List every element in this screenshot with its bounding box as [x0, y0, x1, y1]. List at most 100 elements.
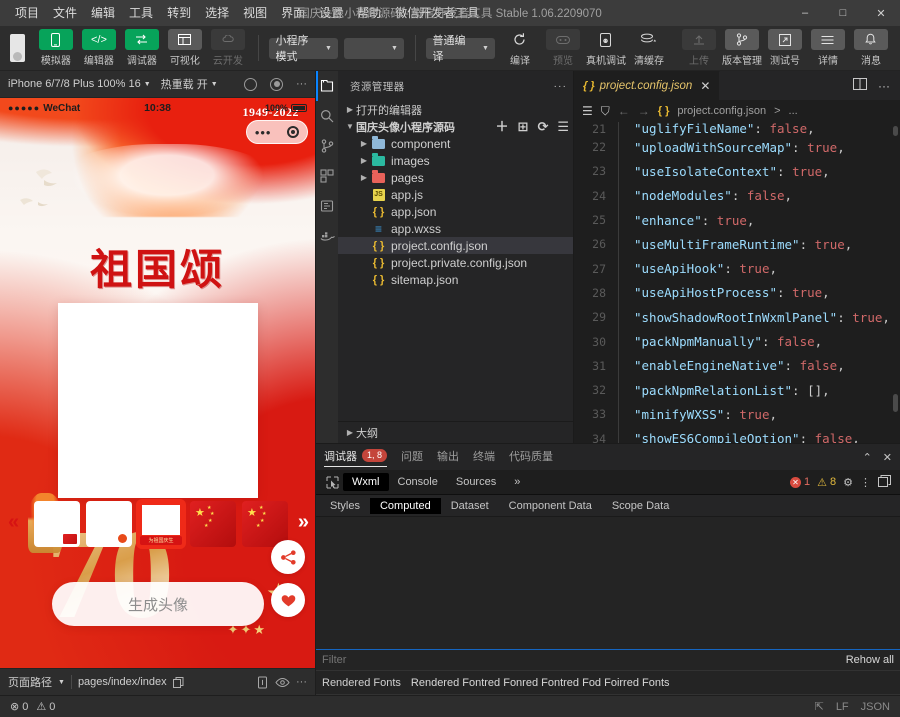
- sidebar-item-docker[interactable]: [316, 221, 338, 251]
- panel-tab-output[interactable]: 输出: [437, 448, 459, 467]
- outline-section[interactable]: ▶ 大纲: [338, 421, 573, 443]
- subtab-computed[interactable]: Computed: [370, 498, 441, 514]
- frame-blank-2[interactable]: [86, 501, 132, 547]
- close-icon[interactable]: ✕: [883, 451, 892, 464]
- tree-item-app-js[interactable]: JS app.js: [338, 186, 573, 203]
- editor-tab-project-config-json[interactable]: { } project.config.json ✕: [574, 71, 720, 100]
- breadcrumb-file[interactable]: project.config.json: [677, 105, 766, 117]
- sidebar-item-explorer[interactable]: [316, 71, 338, 101]
- toolbar-details-button[interactable]: 详情: [809, 29, 847, 67]
- menu-item-edit[interactable]: 编辑: [84, 3, 122, 23]
- editor-scrollbar-thumb[interactable]: [893, 394, 898, 412]
- collapse-all-icon[interactable]: ☰: [557, 120, 569, 133]
- more-vertical-icon[interactable]: ⋮: [860, 476, 871, 489]
- editor-scrollbar[interactable]: [893, 126, 898, 136]
- panel-tab-terminal[interactable]: 终端: [473, 448, 495, 467]
- code-editor[interactable]: 21 "uglifyFileName": false, 22 "uploadWi…: [574, 122, 900, 443]
- frame-selected[interactable]: 为祖国庆生: [138, 501, 184, 547]
- sidebar-item-debug[interactable]: [316, 191, 338, 221]
- copy-icon[interactable]: [173, 677, 184, 688]
- inspect-element-icon[interactable]: [321, 476, 343, 489]
- toolbar-message-button[interactable]: 消息: [852, 29, 890, 67]
- frame-blank-1[interactable]: [34, 501, 80, 547]
- tree-item-project-private-config-json[interactable]: { } project.private.config.json: [338, 254, 573, 271]
- breadcrumb-rest[interactable]: ...: [789, 105, 798, 117]
- subtab-component-data[interactable]: Component Data: [499, 498, 602, 514]
- menu-item-view[interactable]: 视图: [236, 3, 274, 23]
- tree-item-project-config-json[interactable]: { } project.config.json: [338, 237, 573, 254]
- bookmark-icon[interactable]: ⛉: [601, 104, 610, 119]
- panel-tab-debugger[interactable]: 调试器 1, 8: [324, 448, 387, 467]
- tree-open-editors[interactable]: ▶ 打开的编辑器: [338, 101, 573, 118]
- close-tab-icon[interactable]: ✕: [700, 79, 710, 93]
- menu-item-goto[interactable]: 转到: [160, 3, 198, 23]
- new-folder-icon[interactable]: ⊞: [518, 120, 529, 133]
- info-icon[interactable]: [256, 676, 269, 689]
- language-indicator[interactable]: JSON: [861, 701, 890, 713]
- problem-counts[interactable]: ⊗0 ⚠0: [10, 700, 55, 713]
- new-file-icon[interactable]: ＋: [496, 120, 509, 133]
- devtools-tab-wxml[interactable]: Wxml: [343, 473, 389, 491]
- sidebar-item-search[interactable]: [316, 101, 338, 131]
- chevron-down-icon[interactable]: ▼: [58, 679, 65, 686]
- close-button[interactable]: ✕: [862, 0, 900, 26]
- mode-select[interactable]: 小程序模式 ▼: [269, 38, 338, 59]
- eye-icon[interactable]: [275, 677, 290, 688]
- more-icon[interactable]: ···: [296, 78, 307, 90]
- outline-icon[interactable]: ☰: [582, 104, 593, 118]
- settings-gear-icon[interactable]: ⚙: [843, 476, 853, 489]
- devtools-tab-console[interactable]: Console: [389, 473, 447, 491]
- frames-prev-button[interactable]: «: [8, 512, 19, 532]
- chevron-up-icon[interactable]: ⌃: [863, 451, 872, 464]
- avatar-preview-card[interactable]: [58, 303, 258, 498]
- warning-count[interactable]: ⚠8: [817, 476, 836, 489]
- close-capsule-icon[interactable]: [287, 126, 299, 138]
- tree-item-app-json[interactable]: { } app.json: [338, 203, 573, 220]
- device-select[interactable]: iPhone 6/7/8 Plus 100% 16 ▼: [8, 78, 151, 90]
- devtools-tab-sources[interactable]: Sources: [447, 473, 505, 491]
- more-icon[interactable]: •••: [255, 126, 272, 139]
- phone-viewport[interactable]: ●●●●● WeChat 10:38 100% 1949-2022 •••: [0, 98, 315, 668]
- sidebar-item-extensions[interactable]: [316, 161, 338, 191]
- error-count[interactable]: ✕1: [790, 476, 810, 488]
- editor-layout-icon[interactable]: ⇱: [815, 700, 824, 713]
- mode-extra-select[interactable]: ▼: [344, 38, 404, 59]
- tree-item-images[interactable]: ▶ images: [338, 152, 573, 169]
- tree-item-pages[interactable]: ▶ pages: [338, 169, 573, 186]
- frame-flag-1[interactable]: ★ ★ ★ ★ ★: [190, 501, 236, 547]
- more-icon[interactable]: ···: [296, 676, 307, 688]
- toolbar-testaccount-button[interactable]: 测试号: [766, 29, 804, 67]
- menu-item-tools[interactable]: 工具: [122, 3, 160, 23]
- panel-tab-code-quality[interactable]: 代码质量: [509, 448, 553, 467]
- wechat-capsule-menu[interactable]: •••: [246, 120, 308, 144]
- page-path-label[interactable]: 页面路径: [8, 674, 52, 690]
- sidebar-item-source-control[interactable]: [316, 131, 338, 161]
- subtab-styles[interactable]: Styles: [320, 498, 370, 514]
- maximize-button[interactable]: □: [824, 0, 862, 26]
- tree-item-app-wxss[interactable]: ≡ app.wxss: [338, 220, 573, 237]
- toolbar-simulator-button[interactable]: 模拟器: [37, 29, 75, 67]
- toolbar-visualize-button[interactable]: 可视化: [166, 29, 204, 67]
- menu-item-select[interactable]: 选择: [198, 3, 236, 23]
- back-icon[interactable]: ←: [618, 104, 630, 118]
- dock-panel-icon[interactable]: [878, 475, 891, 490]
- share-button[interactable]: [271, 540, 305, 574]
- tree-item-sitemap-json[interactable]: { } sitemap.json: [338, 271, 573, 288]
- more-actions-icon[interactable]: ···: [878, 79, 890, 93]
- tree-item-component[interactable]: ▶ component: [338, 135, 573, 152]
- panel-tab-problems[interactable]: 问题: [401, 448, 423, 467]
- generate-avatar-button[interactable]: 生成头像: [52, 582, 264, 626]
- explorer-more-icon[interactable]: ···: [554, 80, 568, 92]
- refresh-icon[interactable]: [244, 78, 257, 91]
- eol-indicator[interactable]: LF: [836, 701, 849, 713]
- avatar[interactable]: [10, 34, 25, 62]
- forward-icon[interactable]: →: [638, 104, 650, 118]
- toolbar-clearcache-button[interactable]: 清缓存: [630, 29, 668, 67]
- like-button[interactable]: [271, 583, 305, 617]
- subtab-scope-data[interactable]: Scope Data: [602, 498, 679, 514]
- record-icon[interactable]: [270, 78, 283, 91]
- compile-select[interactable]: 普通编译 ▼: [426, 38, 495, 59]
- menu-item-file[interactable]: 文件: [46, 3, 84, 23]
- toolbar-compile-button[interactable]: 编译: [501, 29, 539, 67]
- menu-item-project[interactable]: 项目: [8, 3, 46, 23]
